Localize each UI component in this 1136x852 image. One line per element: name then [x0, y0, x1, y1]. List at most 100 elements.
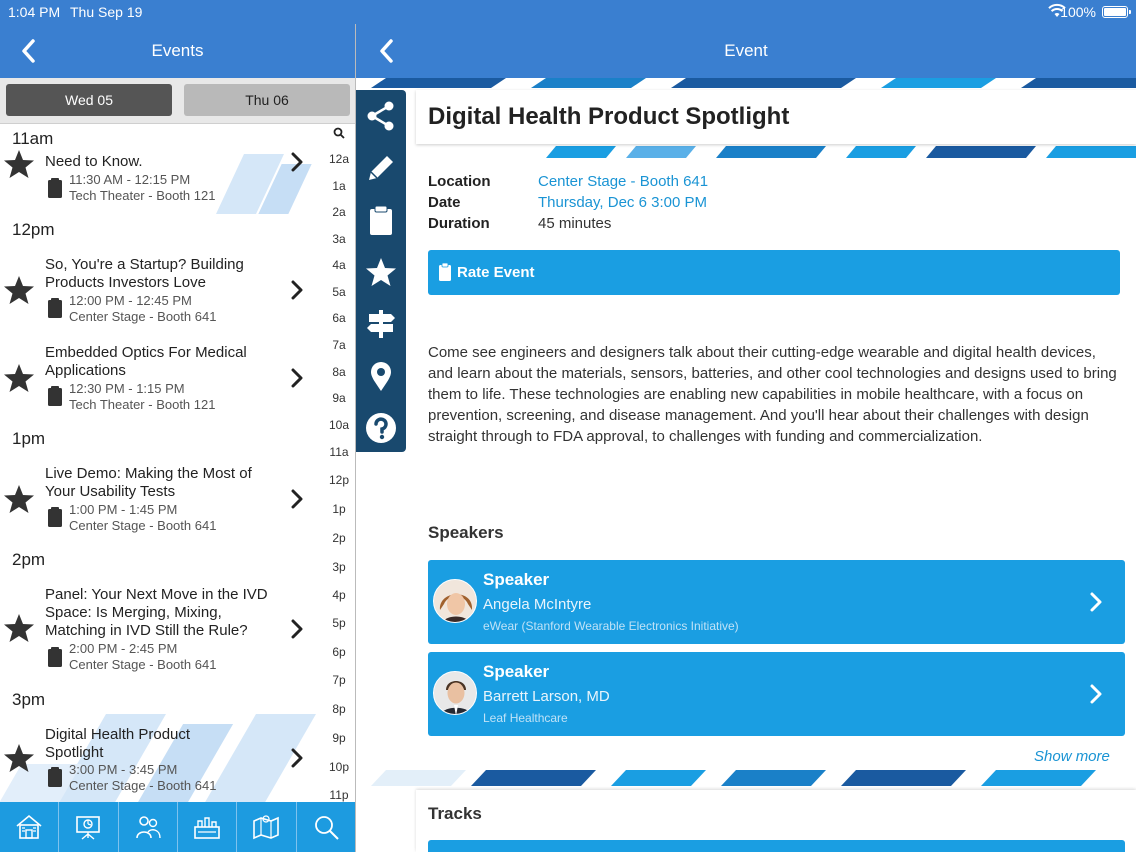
event-title: Digital Health Product Spotlight: [428, 103, 790, 130]
hour-index-item[interactable]: 12p: [323, 473, 355, 487]
hour-index-item[interactable]: 10a: [323, 418, 355, 432]
tab-search[interactable]: [297, 802, 355, 852]
speaker-org: Leaf Healthcare: [483, 711, 568, 725]
chevron-right-icon: [290, 619, 304, 639]
show-more-link[interactable]: Show more: [1034, 748, 1110, 765]
event-time: 12:00 PM - 12:45 PM: [69, 293, 192, 308]
hour-index-item[interactable]: 6p: [323, 645, 355, 659]
signpost-icon: [367, 310, 395, 338]
star-icon[interactable]: [3, 362, 35, 394]
search-icon[interactable]: [333, 126, 345, 139]
hour-index-item[interactable]: 1p: [323, 502, 355, 516]
hour-header: 12pm: [12, 220, 55, 239]
edit-icon: [369, 156, 393, 180]
speaker-card[interactable]: Speaker Barrett Larson, MD Leaf Healthca…: [428, 652, 1125, 736]
clipboard-icon: [47, 297, 63, 319]
date-tab-thu[interactable]: Thu 06: [184, 84, 350, 116]
event-description: Come see engineers and designers talk ab…: [428, 344, 1117, 445]
event-time: 2:00 PM - 2:45 PM: [69, 641, 178, 656]
speaker-card[interactable]: Speaker Angela McIntyre eWear (Stanford …: [428, 560, 1125, 644]
detail-label: Date: [428, 194, 461, 211]
notes-button[interactable]: [365, 204, 397, 236]
list-item[interactable]: Need to Know. 11:30 AM - 12:15 PM Tech T…: [0, 150, 325, 210]
avatar: [433, 671, 477, 715]
favorite-button[interactable]: [365, 256, 397, 288]
share-icon: [367, 101, 394, 131]
event-nav-title: Event: [724, 41, 768, 60]
star-icon[interactable]: [3, 274, 35, 306]
star-icon[interactable]: [3, 483, 35, 515]
hour-index-item[interactable]: 3a: [323, 232, 355, 246]
tab-map[interactable]: [237, 802, 297, 852]
share-button[interactable]: [365, 100, 397, 132]
speaker-role: Speaker: [483, 570, 550, 589]
tab-home[interactable]: [0, 802, 60, 852]
hour-index-item[interactable]: 4a: [323, 258, 355, 272]
event-title: Live Demo: Making the Most of Your Usabi…: [45, 465, 252, 500]
status-time: 1:04 PM: [8, 4, 61, 20]
list-item[interactable]: Panel: Your Next Move in the IVD Space: …: [0, 586, 325, 676]
clipboard-icon: [370, 205, 392, 235]
chevron-right-icon: [1088, 591, 1104, 613]
track-item[interactable]: [428, 840, 1125, 852]
date-link[interactable]: Thursday, Dec 6 3:00 PM: [538, 194, 707, 211]
event-title: Embedded Optics For Medical Applications: [45, 344, 247, 379]
location-button[interactable]: [365, 360, 397, 392]
tracks-header: Tracks: [428, 804, 482, 823]
hour-index-item[interactable]: 6a: [323, 311, 355, 325]
chevron-right-icon: [290, 489, 304, 509]
hour-index-item[interactable]: 9p: [323, 731, 355, 745]
list-item[interactable]: Embedded Optics For Medical Applications…: [0, 344, 325, 416]
rate-event-button[interactable]: Rate Event: [428, 250, 1120, 295]
list-item[interactable]: Live Demo: Making the Most of Your Usabi…: [0, 465, 325, 537]
exhibitors-icon: [194, 817, 220, 839]
hour-index-item[interactable]: 2a: [323, 205, 355, 219]
avatar: [433, 579, 477, 623]
event-title: Need to Know.: [45, 153, 143, 170]
list-item[interactable]: Digital Health Product Spotlight 3:00 PM…: [0, 726, 325, 798]
hour-index-item[interactable]: 4p: [323, 588, 355, 602]
event-time: 3:00 PM - 3:45 PM: [69, 762, 178, 777]
events-panel: Events Wed 05 Thu 06 11am Need to Know. …: [0, 0, 355, 852]
hour-index-item[interactable]: 9a: [323, 391, 355, 405]
date-tab-wed[interactable]: Wed 05: [6, 84, 172, 116]
hour-index-item[interactable]: 7p: [323, 673, 355, 687]
duration-value: 45 minutes: [538, 215, 612, 232]
speaker-name: Barrett Larson, MD: [483, 688, 610, 705]
hour-index-item[interactable]: 8a: [323, 365, 355, 379]
list-item[interactable]: So, You're a Startup? Building Products …: [0, 256, 325, 328]
location-link[interactable]: Center Stage - Booth 641: [538, 173, 708, 190]
star-icon[interactable]: [3, 148, 35, 180]
event-location: Center Stage - Booth 641: [69, 657, 217, 672]
star-icon: [366, 258, 396, 286]
hour-index-item[interactable]: 10p: [323, 760, 355, 774]
help-button[interactable]: [365, 412, 397, 444]
tab-sessions[interactable]: [59, 802, 119, 852]
search-icon: [314, 816, 339, 840]
hour-index-item[interactable]: 7a: [323, 338, 355, 352]
speaker-role: Speaker: [483, 662, 550, 681]
hour-index-item[interactable]: 5a: [323, 285, 355, 299]
hour-index-item[interactable]: 11a: [323, 445, 355, 459]
location-pin-icon: [371, 362, 391, 391]
hour-index[interactable]: 12a 1a 2a 3a 4a 5a 6a 7a 8a 9a 10a 11a 1…: [323, 124, 355, 802]
tab-exhibitors[interactable]: [178, 802, 238, 852]
panel-divider: [355, 0, 356, 852]
hour-index-item[interactable]: 11p: [323, 788, 355, 802]
map-icon: [253, 815, 280, 840]
hour-index-item[interactable]: 12a: [323, 152, 355, 166]
battery-icon: [1102, 6, 1131, 18]
star-icon[interactable]: [3, 612, 35, 644]
hour-index-item[interactable]: 8p: [323, 702, 355, 716]
hour-index-item[interactable]: 1a: [323, 179, 355, 193]
directions-button[interactable]: [365, 308, 397, 340]
hour-index-item[interactable]: 2p: [323, 531, 355, 545]
tab-speakers[interactable]: [119, 802, 178, 852]
hour-index-item[interactable]: 5p: [323, 616, 355, 630]
hour-index-item[interactable]: 3p: [323, 560, 355, 574]
star-icon[interactable]: [3, 742, 35, 774]
chevron-right-icon: [290, 280, 304, 300]
hour-header: 1pm: [12, 429, 46, 448]
schedule-list[interactable]: 11am Need to Know. 11:30 AM - 12:15 PM T…: [0, 124, 355, 802]
edit-button[interactable]: [365, 152, 397, 184]
